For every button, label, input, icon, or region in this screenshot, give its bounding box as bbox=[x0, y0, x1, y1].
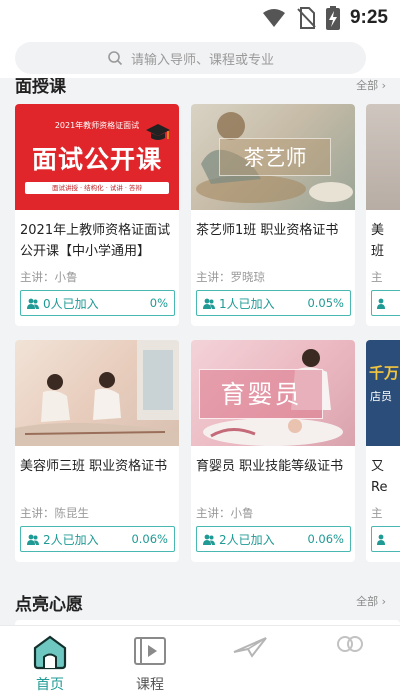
course-title: 2021年上教师资格证面试公开课【中小学通用】 bbox=[20, 223, 171, 259]
section-header-live: 面授课 全部 › bbox=[0, 78, 400, 96]
join-percentage: 0.05% bbox=[307, 296, 344, 310]
bottom-nav: 首页 课程 bbox=[0, 625, 400, 700]
people-icon bbox=[27, 298, 39, 309]
course-teacher: 主讲：陈昆生 bbox=[20, 506, 89, 520]
course-title: 又 Re bbox=[371, 459, 388, 495]
join-percentage: 0% bbox=[149, 296, 168, 310]
join-percentage: 0.06% bbox=[131, 532, 168, 546]
course-title: 美容师三班 职业资格证书 bbox=[20, 459, 168, 474]
nav-home[interactable]: 首页 bbox=[0, 634, 100, 694]
search-icon bbox=[108, 51, 123, 66]
nav-label: 课程 bbox=[136, 677, 164, 693]
course-card[interactable]: 2021年教师资格证面试 面试公开课 面试讲授 · 结构化 · 试讲 · 答辩 … bbox=[15, 104, 179, 326]
search-bar: 请输入导师、课程或专业 bbox=[0, 38, 400, 78]
joined-count: 2人已加入 bbox=[219, 532, 275, 547]
section-title: 点亮心愿 bbox=[15, 595, 83, 615]
nav-courses[interactable]: 课程 bbox=[100, 634, 200, 694]
course-teacher: 主讲：罗晓琼 bbox=[196, 270, 265, 284]
course-teacher: 主 bbox=[371, 506, 383, 520]
nav-profile[interactable] bbox=[300, 634, 400, 664]
course-thumbnail: 千万 店员 bbox=[366, 340, 400, 446]
status-bar: 9:25 bbox=[0, 0, 400, 38]
course-teacher: 主讲：小鲁 bbox=[20, 270, 78, 284]
thumb-title: 育婴员 bbox=[199, 369, 323, 419]
course-title: 茶艺师1班 职业资格证书 bbox=[196, 223, 339, 238]
course-title: 育婴员 职业技能等级证书 bbox=[196, 459, 344, 474]
search-placeholder: 请输入导师、课程或专业 bbox=[130, 52, 274, 68]
nav-discover[interactable] bbox=[200, 634, 300, 664]
course-card[interactable]: 美容师三班 职业资格证书 主讲：陈昆生 2人已加入 0.06% bbox=[15, 340, 179, 562]
no-sim-icon bbox=[297, 7, 316, 29]
people-icon bbox=[203, 298, 215, 309]
joined-count: 1人已加入 bbox=[219, 296, 275, 311]
course-teacher: 主 bbox=[371, 270, 383, 284]
thumb-title: 茶艺师 bbox=[219, 138, 331, 176]
join-status bbox=[371, 526, 400, 552]
thumb-title: 面试公开课 bbox=[31, 145, 162, 174]
course-card[interactable]: 茶艺师 茶艺师1班 职业资格证书 主讲：罗晓琼 1人已加入 0.05% bbox=[191, 104, 355, 326]
course-thumbnail: 2021年教师资格证面试 面试公开课 面试讲授 · 结构化 · 试讲 · 答辩 bbox=[15, 104, 179, 210]
join-status: 2人已加入 0.06% bbox=[196, 526, 351, 552]
people-icon bbox=[337, 636, 363, 652]
join-status bbox=[371, 290, 400, 316]
view-all-link[interactable]: 全部 › bbox=[356, 78, 386, 93]
battery-charging-icon bbox=[325, 6, 340, 30]
status-time: 9:25 bbox=[349, 7, 388, 28]
people-icon bbox=[27, 534, 39, 545]
people-icon bbox=[203, 534, 215, 545]
course-card-peek[interactable]: 千万 店员 又 Re 主 bbox=[366, 340, 400, 562]
nav-label: 首页 bbox=[36, 677, 64, 693]
joined-count: 0人已加入 bbox=[43, 296, 99, 311]
search-input[interactable]: 请输入导师、课程或专业 bbox=[15, 42, 366, 74]
course-teacher: 主讲：小鲁 bbox=[196, 506, 254, 520]
course-thumbnail bbox=[366, 104, 400, 210]
section-header-wish: 点亮心愿 全部 › bbox=[0, 588, 400, 615]
course-card-peek[interactable]: 美班 主 bbox=[366, 104, 400, 326]
beauty-salon-photo bbox=[15, 340, 179, 446]
thumb-subtitle: 面试讲授 · 结构化 · 试讲 · 答辩 bbox=[25, 182, 169, 194]
view-all-link[interactable]: 全部 › bbox=[356, 593, 386, 609]
join-status: 0人已加入 0% bbox=[20, 290, 175, 316]
thumb-title: 千万 bbox=[369, 364, 400, 382]
join-percentage: 0.06% bbox=[307, 532, 344, 546]
join-status: 2人已加入 0.06% bbox=[20, 526, 175, 552]
course-thumbnail: 茶艺师 bbox=[191, 104, 355, 210]
joined-count: 2人已加入 bbox=[43, 532, 99, 547]
course-thumbnail: 育婴员 bbox=[191, 340, 355, 446]
course-title: 美班 bbox=[371, 223, 385, 259]
wifi-icon bbox=[262, 9, 285, 27]
thumb-subtitle: 店员 bbox=[370, 390, 392, 403]
section-title: 面授课 bbox=[15, 78, 66, 96]
home-icon bbox=[33, 635, 67, 670]
join-status: 1人已加入 0.05% bbox=[196, 290, 351, 316]
paper-plane-icon bbox=[233, 637, 267, 658]
video-course-icon bbox=[134, 637, 166, 665]
people-icon bbox=[377, 534, 385, 545]
people-icon bbox=[377, 298, 385, 309]
course-thumbnail bbox=[15, 340, 179, 446]
course-card[interactable]: 育婴员 育婴员 职业技能等级证书 主讲：小鲁 2人已加入 0.06% bbox=[191, 340, 355, 562]
